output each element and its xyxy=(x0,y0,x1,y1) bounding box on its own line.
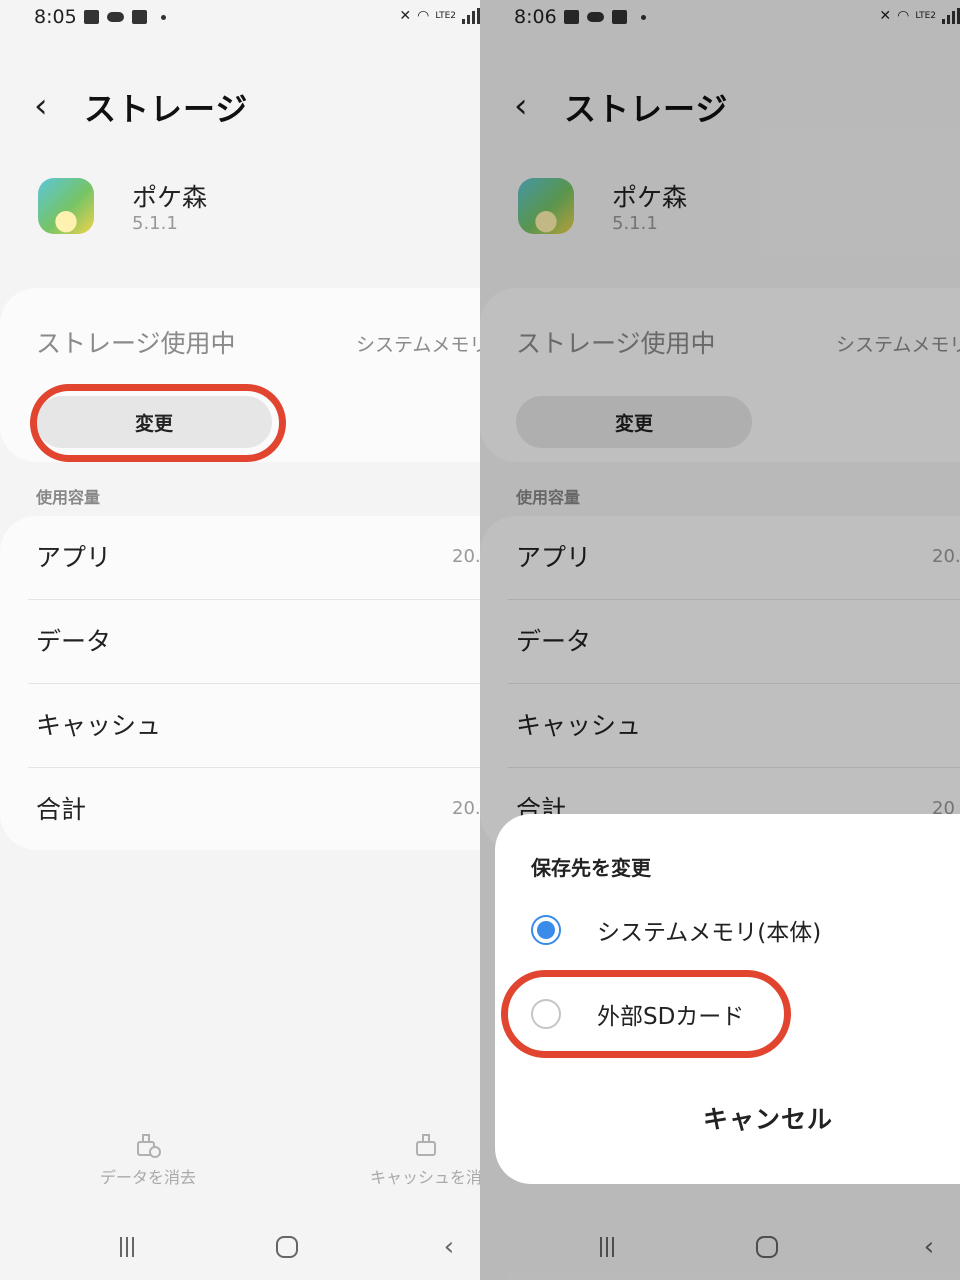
home-icon xyxy=(276,1236,298,1258)
back-icon[interactable]: ‹ xyxy=(34,86,64,126)
sd-option-highlight xyxy=(501,970,791,1058)
dialog-title: 保存先を変更 xyxy=(531,856,651,880)
storage-used-label: ストレージ使用中 xyxy=(36,329,236,358)
clear-cache-icon xyxy=(416,1134,436,1156)
change-storage-dialog: 保存先を変更 システムメモリ(本体) 外部SDカード キャンセル xyxy=(495,814,960,1184)
usage-section-label: 使用容量 xyxy=(36,488,101,507)
usage-label: キャッシュ xyxy=(36,711,162,740)
storage-location-value: システムメモリ xyxy=(356,334,480,356)
mute-icon: ✕ xyxy=(399,8,412,24)
usage-card: アプリ 20. データ キャッシュ 合計 20. xyxy=(0,516,480,850)
screen-storage: 8:05 ✕ ◠ LTE2 ‹ ストレージ ポケ森 5.1.1 ストレージ使用中… xyxy=(0,0,480,1280)
usage-value: 20. xyxy=(452,546,480,567)
home-button[interactable] xyxy=(270,1230,304,1264)
app-icon xyxy=(38,178,94,234)
screen-storage-dialog: 8:06 ✕ ◠ LTE2 ‹ ストレージ ポケ森 5.1.1 ストレージ使用中… xyxy=(480,0,960,1280)
clear-cache-button[interactable]: キャッシュを消 xyxy=(336,1130,480,1188)
usage-label: 合計 xyxy=(36,795,87,824)
usage-label: データ xyxy=(36,627,112,656)
status-bar: 8:05 ✕ ◠ LTE2 xyxy=(34,6,480,30)
wifi-icon: ◠ xyxy=(417,8,430,24)
radio-selected[interactable] xyxy=(531,915,561,945)
option-system-memory[interactable]: システムメモリ(本体) xyxy=(531,910,821,950)
cloud-icon xyxy=(107,12,124,22)
clear-data-icon xyxy=(137,1134,161,1158)
lte-indicator: LTE2 xyxy=(435,11,456,21)
usage-label: アプリ xyxy=(36,543,112,572)
usage-row-data: データ xyxy=(28,600,480,684)
navigation-bar: ‹ xyxy=(0,1222,480,1272)
usage-row-total: 合計 20. xyxy=(28,768,480,852)
usage-value: 20. xyxy=(452,798,480,819)
gallery-icon xyxy=(84,10,99,24)
back-button[interactable]: ‹ xyxy=(432,1230,466,1264)
clear-cache-label: キャッシュを消 xyxy=(369,1168,480,1187)
notification-icon xyxy=(132,10,147,24)
option-label: システムメモリ(本体) xyxy=(597,920,822,946)
clear-data-button[interactable]: データを消去 xyxy=(58,1130,238,1188)
signal-icon xyxy=(462,8,480,24)
page-title: ストレージ xyxy=(84,90,249,128)
app-name: ポケ森 xyxy=(132,183,208,212)
usage-row-app: アプリ 20. xyxy=(28,516,480,600)
usage-row-cache: キャッシュ xyxy=(28,684,480,768)
change-button-highlight xyxy=(30,384,286,462)
clear-data-label: データを消去 xyxy=(99,1168,196,1187)
status-time: 8:05 xyxy=(34,6,77,28)
more-notifications-icon xyxy=(161,14,166,20)
app-version: 5.1.1 xyxy=(132,213,178,234)
cancel-button[interactable]: キャンセル xyxy=(703,1100,833,1136)
recents-button[interactable] xyxy=(110,1230,144,1264)
